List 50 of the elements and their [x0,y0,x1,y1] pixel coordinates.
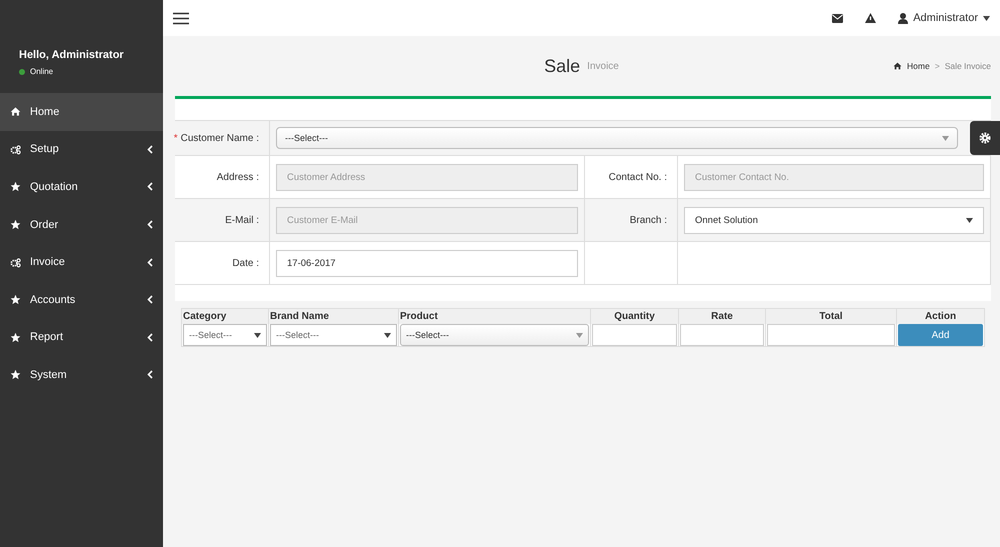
input-field[interactable] [767,324,895,346]
gears-icon [10,256,21,268]
caret-icon [966,218,973,222]
page-title: Sale [544,56,580,76]
star-icon [10,332,21,343]
menu-icon[interactable] [173,12,189,24]
input-field[interactable] [592,324,677,346]
user-menu[interactable]: Administrator [898,12,990,24]
envelope-icon[interactable] [832,14,844,22]
settings-button[interactable] [970,121,1000,155]
caret-icon [983,16,990,20]
star-icon [10,181,21,192]
gears-icon [10,144,21,155]
product-select[interactable]: ---Select--- [400,324,589,346]
sidebar-item[interactable]: Report [0,318,163,356]
home-icon [893,62,902,70]
sidebar-item[interactable]: Setup [0,130,163,168]
caret-icon [576,332,583,338]
breadcrumb-separator: > [934,61,940,71]
status-text: Online [30,67,54,76]
sidebar-item[interactable]: Accounts [0,280,163,319]
select-field[interactable]: ---Select--- [270,324,397,346]
star-icon [10,369,21,380]
settings-icon [979,132,991,144]
sidebar-item[interactable]: System [0,356,163,394]
breadcrumb-link[interactable]: Home [907,61,930,71]
sidebar-item[interactable]: Invoice [0,243,163,281]
field-label: E-Mail : [175,199,270,242]
input-field[interactable] [680,324,764,346]
sidebar-item[interactable]: Home [0,93,163,131]
page-subtitle: Invoice [587,60,619,72]
star-icon [10,219,21,230]
greeting: Hello, Administrator [19,49,125,61]
add-button[interactable]: Add [898,324,983,346]
branch-select[interactable]: Onnet Solution [684,206,984,234]
required-mark: * [174,132,178,144]
caret-icon [384,332,391,338]
date-field[interactable]: 17-06-2017 [276,250,578,276]
caret-icon [254,332,261,338]
warning-icon[interactable] [865,13,876,23]
select-field[interactable]: ---Select--- [183,324,267,346]
field-label: Branch : [585,199,678,242]
home-icon [10,106,21,118]
star-icon [10,294,21,306]
caret-icon [942,136,949,140]
customer-select[interactable]: ---Select--- [276,127,958,149]
user-icon [898,12,908,24]
field-label: Customer Name : [180,132,259,144]
sidebar-item[interactable]: Order [0,206,163,244]
sidebar-item[interactable]: Quotation [0,168,163,206]
